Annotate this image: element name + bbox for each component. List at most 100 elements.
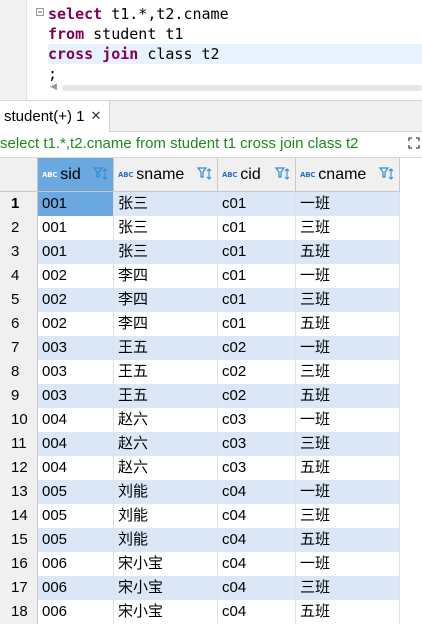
table-cell-sid[interactable]: 005 xyxy=(38,504,114,528)
table-cell-cname[interactable]: 三班 xyxy=(296,576,400,600)
table-cell-cid[interactable]: c04 xyxy=(218,528,296,552)
table-cell-sid[interactable]: 002 xyxy=(38,264,114,288)
table-cell-sid[interactable]: 002 xyxy=(38,288,114,312)
table-cell-cid[interactable]: c01 xyxy=(218,264,296,288)
table-row[interactable]: 14 005 刘能 c04 三班 xyxy=(0,504,400,528)
editor-horizontal-scrollbar[interactable]: ◀ xyxy=(48,82,422,94)
table-cell-cname[interactable]: 五班 xyxy=(296,312,400,336)
table-cell-sname[interactable]: 宋小宝 xyxy=(114,600,218,624)
close-icon[interactable]: ✕ xyxy=(90,109,101,124)
table-row[interactable]: 6 002 李四 c01 五班 xyxy=(0,312,400,336)
table-cell-cid[interactable]: c02 xyxy=(218,384,296,408)
sql-editor[interactable]: select t1.*,t2.cname from student t1 cross… xyxy=(0,0,422,100)
table-cell-sid[interactable]: 001 xyxy=(38,192,114,216)
table-cell-cid[interactable]: c03 xyxy=(218,408,296,432)
table-cell-sid[interactable]: 003 xyxy=(38,384,114,408)
row-number[interactable]: 15 xyxy=(0,528,38,552)
table-cell-cid[interactable]: c04 xyxy=(218,600,296,624)
table-cell-cname[interactable]: 一班 xyxy=(296,552,400,576)
table-cell-cname[interactable]: 三班 xyxy=(296,216,400,240)
table-cell-sname[interactable]: 赵六 xyxy=(114,432,218,456)
table-cell-sname[interactable]: 李四 xyxy=(114,288,218,312)
table-cell-sid[interactable]: 001 xyxy=(38,240,114,264)
table-cell-sname[interactable]: 刘能 xyxy=(114,480,218,504)
row-number[interactable]: 11 xyxy=(0,432,38,456)
filter-sort-icon[interactable] xyxy=(93,167,109,181)
row-number[interactable]: 17 xyxy=(0,576,38,600)
column-header-cid[interactable]: ABC cid xyxy=(218,158,296,192)
table-cell-cid[interactable]: c01 xyxy=(218,288,296,312)
table-cell-sname[interactable]: 宋小宝 xyxy=(114,552,218,576)
expand-icon[interactable] xyxy=(406,135,422,151)
table-row[interactable]: 13 005 刘能 c04 一班 xyxy=(0,480,400,504)
table-cell-cid[interactable]: c01 xyxy=(218,312,296,336)
row-number[interactable]: 10 xyxy=(0,408,38,432)
row-number[interactable]: 16 xyxy=(0,552,38,576)
row-number[interactable]: 18 xyxy=(0,600,38,624)
table-cell-sname[interactable]: 李四 xyxy=(114,264,218,288)
filter-sort-icon[interactable] xyxy=(379,167,395,181)
table-cell-sname[interactable]: 赵六 xyxy=(114,456,218,480)
filter-sort-icon[interactable] xyxy=(275,167,291,181)
code-line[interactable]: cross join class t2 xyxy=(48,44,422,64)
code-line[interactable]: from student t1 xyxy=(48,24,422,44)
table-cell-cid[interactable]: c02 xyxy=(218,336,296,360)
table-row[interactable]: 15 005 刘能 c04 五班 xyxy=(0,528,400,552)
table-row[interactable]: 18 006 宋小宝 c04 五班 xyxy=(0,600,400,624)
table-row[interactable]: 12 004 赵六 c03 五班 xyxy=(0,456,400,480)
table-cell-sname[interactable]: 王五 xyxy=(114,336,218,360)
table-cell-sid[interactable]: 002 xyxy=(38,312,114,336)
table-cell-sid[interactable]: 004 xyxy=(38,456,114,480)
table-cell-cid[interactable]: c04 xyxy=(218,480,296,504)
table-cell-sid[interactable]: 006 xyxy=(38,600,114,624)
table-cell-cid[interactable]: c01 xyxy=(218,240,296,264)
row-number[interactable]: 4 xyxy=(0,264,38,288)
table-cell-cname[interactable]: 一班 xyxy=(296,408,400,432)
column-header-sname[interactable]: ABC sname xyxy=(114,158,218,192)
table-cell-sname[interactable]: 王五 xyxy=(114,384,218,408)
table-cell-cname[interactable]: 五班 xyxy=(296,384,400,408)
table-row[interactable]: 11 004 赵六 c03 三班 xyxy=(0,432,400,456)
table-cell-sid[interactable]: 005 xyxy=(38,528,114,552)
table-row[interactable]: 16 006 宋小宝 c04 一班 xyxy=(0,552,400,576)
table-row[interactable]: 17 006 宋小宝 c04 三班 xyxy=(0,576,400,600)
sql-code[interactable]: select t1.*,t2.cname from student t1 cross… xyxy=(48,4,422,84)
row-number[interactable]: 14 xyxy=(0,504,38,528)
table-cell-sid[interactable]: 006 xyxy=(38,576,114,600)
row-number[interactable]: 7 xyxy=(0,336,38,360)
scroll-left-icon[interactable]: ◀ xyxy=(50,82,57,92)
table-cell-sid[interactable]: 001 xyxy=(38,216,114,240)
column-header-cname[interactable]: ABC cname xyxy=(296,158,400,192)
table-row[interactable]: 9 003 王五 c02 五班 xyxy=(0,384,400,408)
row-number[interactable]: 1 xyxy=(0,192,38,216)
code-line[interactable]: select t1.*,t2.cname xyxy=(48,4,422,24)
table-cell-sid[interactable]: 005 xyxy=(38,480,114,504)
row-number[interactable]: 6 xyxy=(0,312,38,336)
table-row[interactable]: 1 001 张三 c01 一班 xyxy=(0,192,400,216)
row-number[interactable]: 13 xyxy=(0,480,38,504)
table-cell-cname[interactable]: 五班 xyxy=(296,456,400,480)
row-number[interactable]: 12 xyxy=(0,456,38,480)
row-number-header[interactable] xyxy=(0,158,38,192)
table-cell-cname[interactable]: 三班 xyxy=(296,360,400,384)
table-cell-sname[interactable]: 刘能 xyxy=(114,528,218,552)
table-cell-cname[interactable]: 一班 xyxy=(296,192,400,216)
table-cell-sname[interactable]: 张三 xyxy=(114,192,218,216)
table-row[interactable]: 4 002 李四 c01 一班 xyxy=(0,264,400,288)
table-cell-cname[interactable]: 一班 xyxy=(296,336,400,360)
table-cell-sname[interactable]: 李四 xyxy=(114,312,218,336)
table-cell-sname[interactable]: 赵六 xyxy=(114,408,218,432)
column-header-sid[interactable]: ABC sid xyxy=(38,158,114,192)
table-cell-sname[interactable]: 宋小宝 xyxy=(114,576,218,600)
table-cell-sname[interactable]: 王五 xyxy=(114,360,218,384)
table-cell-cid[interactable]: c01 xyxy=(218,192,296,216)
table-cell-cname[interactable]: 一班 xyxy=(296,480,400,504)
table-row[interactable]: 7 003 王五 c02 一班 xyxy=(0,336,400,360)
row-number[interactable]: 3 xyxy=(0,240,38,264)
table-cell-cname[interactable]: 三班 xyxy=(296,288,400,312)
table-cell-cname[interactable]: 五班 xyxy=(296,528,400,552)
table-cell-cid[interactable]: c04 xyxy=(218,504,296,528)
table-cell-sid[interactable]: 003 xyxy=(38,336,114,360)
table-cell-cname[interactable]: 三班 xyxy=(296,432,400,456)
query-text[interactable]: select t1.*,t2.cname from student t1 cro… xyxy=(0,135,359,152)
